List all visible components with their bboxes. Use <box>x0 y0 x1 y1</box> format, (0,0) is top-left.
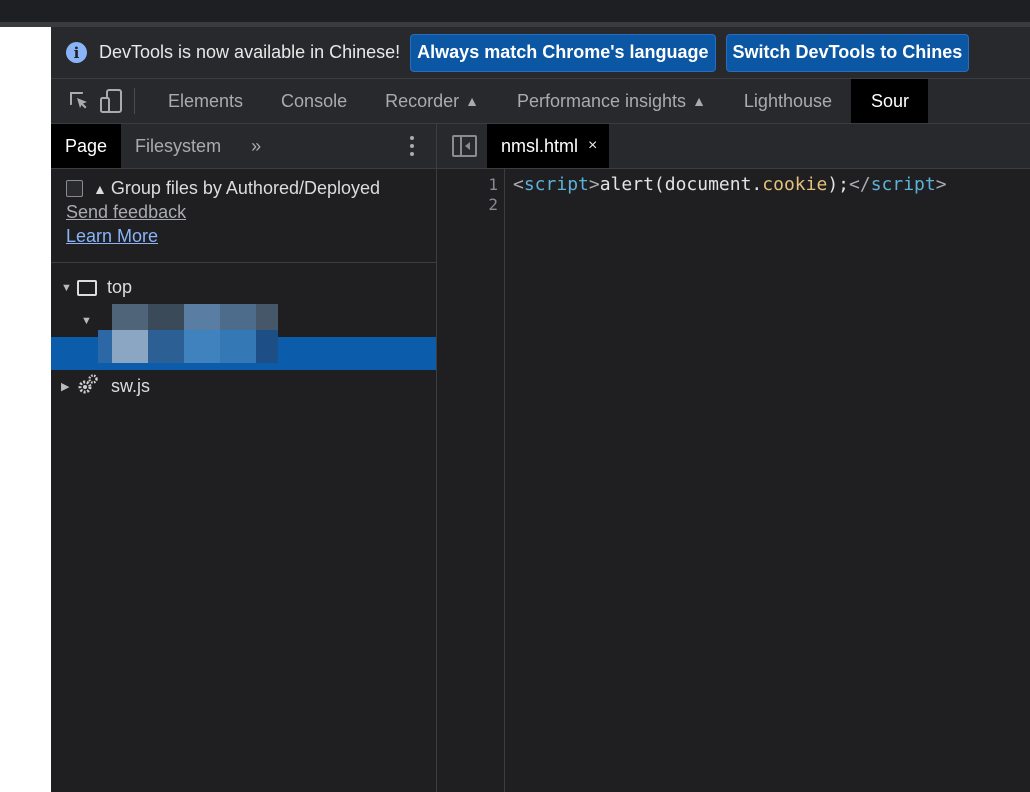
tree-item-sw-js[interactable]: ▶ sw.js <box>51 370 436 403</box>
file-tree: ▼ top ▼ ▶ sw.js <box>51 263 436 403</box>
info-icon: i <box>66 42 87 63</box>
experiment-flask-icon: ▲ <box>93 180 107 197</box>
group-files-section: ▲ Group files by Authored/Deployed Send … <box>51 169 436 263</box>
tree-item-label: sw.js <box>111 376 151 396</box>
tab-recorder[interactable]: Recorder ▲ <box>366 79 498 123</box>
experiment-flask-icon: ▲ <box>692 93 706 109</box>
code-property: cookie <box>762 174 828 195</box>
tree-item-top[interactable]: ▼ top <box>51 271 436 304</box>
tree-item-label: top <box>107 277 133 297</box>
experiment-flask-icon: ▲ <box>465 93 479 109</box>
window-top-strip <box>0 0 1030 22</box>
file-tab-label: nmsl.html <box>501 135 579 156</box>
code-tag: script <box>523 174 589 195</box>
navigator-tab-strip: Page Filesystem » <box>51 124 436 169</box>
editor-tab-strip: nmsl.html × <box>437 124 1030 169</box>
toolbar-separator <box>134 88 135 114</box>
inspected-page-area[interactable] <box>0 27 51 792</box>
tab-sources[interactable]: Sour <box>851 79 929 123</box>
frame-icon <box>77 279 97 296</box>
sources-navigator: Page Filesystem » ▲ Group files by Autho… <box>51 124 437 792</box>
inspect-element-icon[interactable] <box>66 88 92 114</box>
tab-page[interactable]: Page <box>51 124 122 168</box>
service-worker-gear-icon <box>77 373 99 400</box>
group-files-label: Group files by Authored/Deployed <box>110 178 381 198</box>
send-feedback-link[interactable]: Send feedback <box>66 202 436 223</box>
always-match-language-button[interactable]: Always match Chrome's language <box>410 33 716 72</box>
toggle-navigator-icon[interactable] <box>452 135 477 157</box>
language-infobar: i DevTools is now available in Chinese! … <box>51 27 1030 79</box>
line-number-gutter: 1 2 <box>437 169 505 792</box>
tab-filesystem[interactable]: Filesystem <box>121 124 235 168</box>
device-toolbar-icon[interactable] <box>98 88 124 114</box>
infobar-message: DevTools is now available in Chinese! <box>99 42 401 62</box>
code-content[interactable]: <script>alert(document.cookie);</script> <box>513 175 947 195</box>
close-tab-icon[interactable]: × <box>588 137 597 155</box>
expand-arrow-icon[interactable]: ▼ <box>61 282 73 294</box>
file-tab-nmsl-html[interactable]: nmsl.html × <box>487 124 610 168</box>
tab-console[interactable]: Console <box>262 79 366 123</box>
devtools-panel: i DevTools is now available in Chinese! … <box>51 27 1030 792</box>
source-editor: nmsl.html × 1 2 <script>alert(document.c… <box>437 124 1030 792</box>
screen: i DevTools is now available in Chinese! … <box>0 0 1030 792</box>
line-number: 2 <box>488 195 498 214</box>
switch-devtools-language-button[interactable]: Switch DevTools to Chines <box>725 33 970 72</box>
tab-lighthouse[interactable]: Lighthouse <box>725 79 851 123</box>
line-number: 1 <box>488 175 498 194</box>
tab-elements[interactable]: Elements <box>149 79 262 123</box>
group-files-checkbox[interactable] <box>66 180 83 197</box>
expand-arrow-icon[interactable]: ▶ <box>61 380 73 393</box>
kebab-menu-icon[interactable] <box>408 134 416 158</box>
code-tag: script <box>870 174 936 195</box>
learn-more-link[interactable]: Learn More <box>66 226 436 247</box>
main-tab-strip: Elements Console Recorder ▲ Performance i… <box>51 79 1030 124</box>
more-tabs-icon[interactable]: » <box>235 136 261 157</box>
expand-arrow-icon[interactable]: ▼ <box>81 315 93 327</box>
redacted-pixelated-block <box>98 304 278 364</box>
tab-performance-insights[interactable]: Performance insights ▲ <box>498 79 725 123</box>
